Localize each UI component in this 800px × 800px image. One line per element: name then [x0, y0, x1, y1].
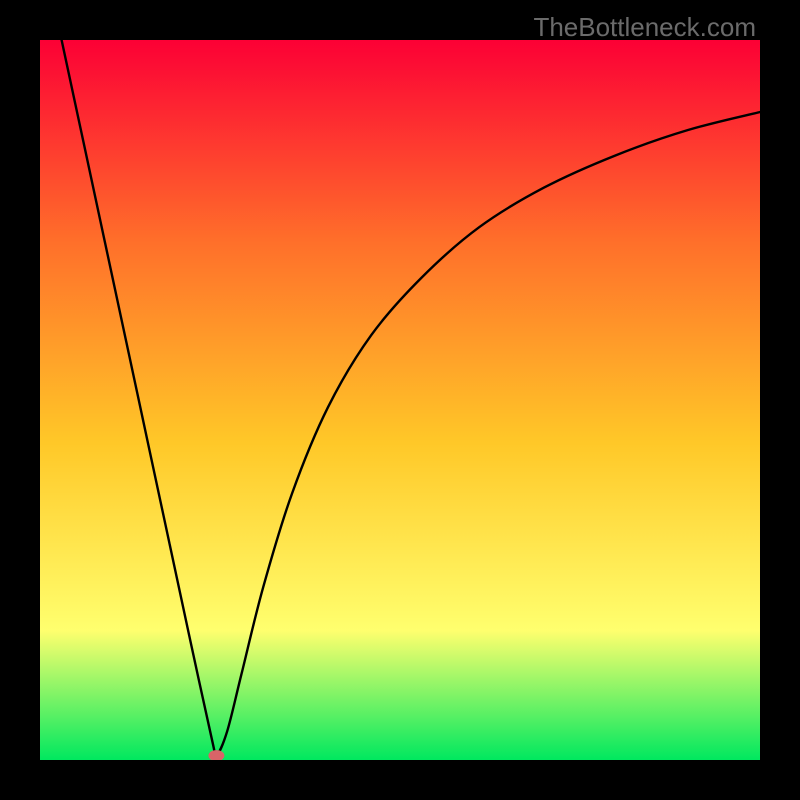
attribution-text: TheBottleneck.com [533, 12, 756, 43]
gradient-background [40, 40, 760, 760]
chart-plot [40, 40, 760, 760]
chart-frame [40, 40, 760, 760]
